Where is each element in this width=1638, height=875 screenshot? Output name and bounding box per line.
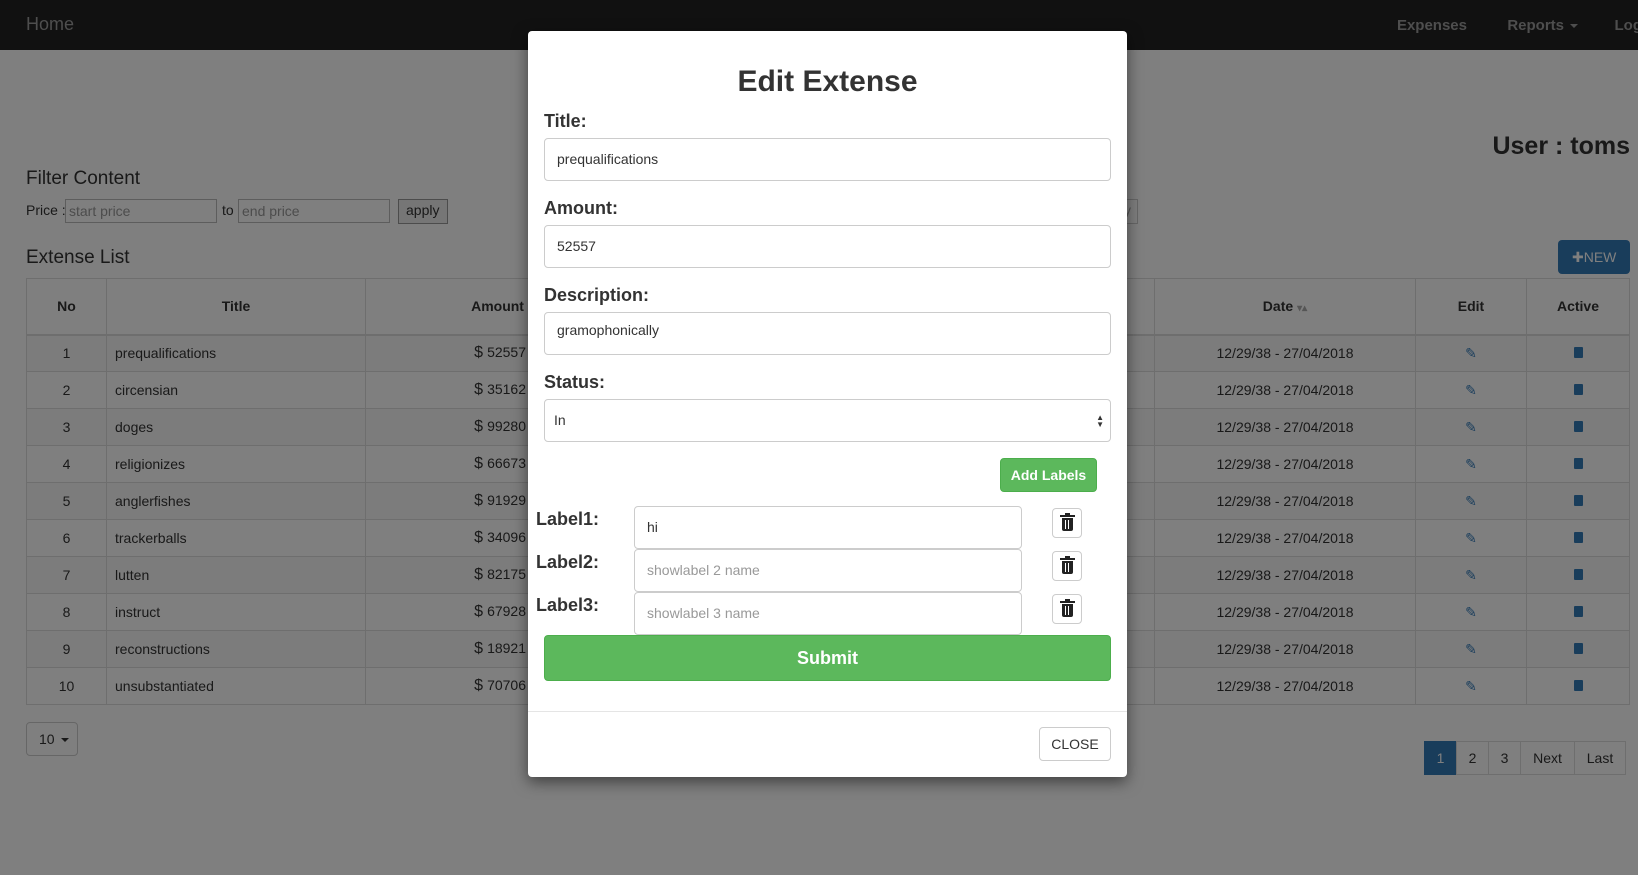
amount-input[interactable]: 52557 — [544, 225, 1111, 268]
label2-input[interactable]: showlabel 2 name — [634, 549, 1022, 592]
description-label: Description: — [544, 285, 650, 305]
modal-footer: CLOSE — [528, 711, 1127, 777]
status-select-value: In — [554, 412, 566, 428]
label3-label: Label3: — [536, 595, 600, 615]
status-select[interactable]: In ▲ ▼ — [544, 399, 1111, 442]
delete-label1-button[interactable] — [1052, 508, 1082, 538]
edit-expense-modal: Edit Extense Title: prequalifications Am… — [528, 31, 1127, 777]
label3-input[interactable]: showlabel 3 name — [634, 592, 1022, 635]
amount-label: Amount: — [544, 198, 618, 218]
title-input[interactable]: prequalifications — [544, 138, 1111, 181]
title-label: Title: — [544, 111, 587, 131]
modal-title: Edit Extense — [737, 65, 918, 98]
label2-label: Label2: — [536, 552, 600, 572]
close-button[interactable]: CLOSE — [1039, 727, 1111, 761]
submit-button[interactable]: Submit — [544, 635, 1111, 681]
description-textarea[interactable]: gramophonically — [544, 312, 1111, 355]
status-label: Status: — [544, 372, 606, 392]
label1-input[interactable]: hi — [634, 506, 1022, 549]
add-labels-button[interactable]: Add Labels — [1000, 458, 1097, 492]
delete-label3-button[interactable] — [1052, 594, 1082, 624]
label1-label: Label1: — [536, 509, 600, 529]
select-arrows-icon: ▲ ▼ — [1096, 413, 1104, 429]
delete-label2-button[interactable] — [1052, 551, 1082, 581]
